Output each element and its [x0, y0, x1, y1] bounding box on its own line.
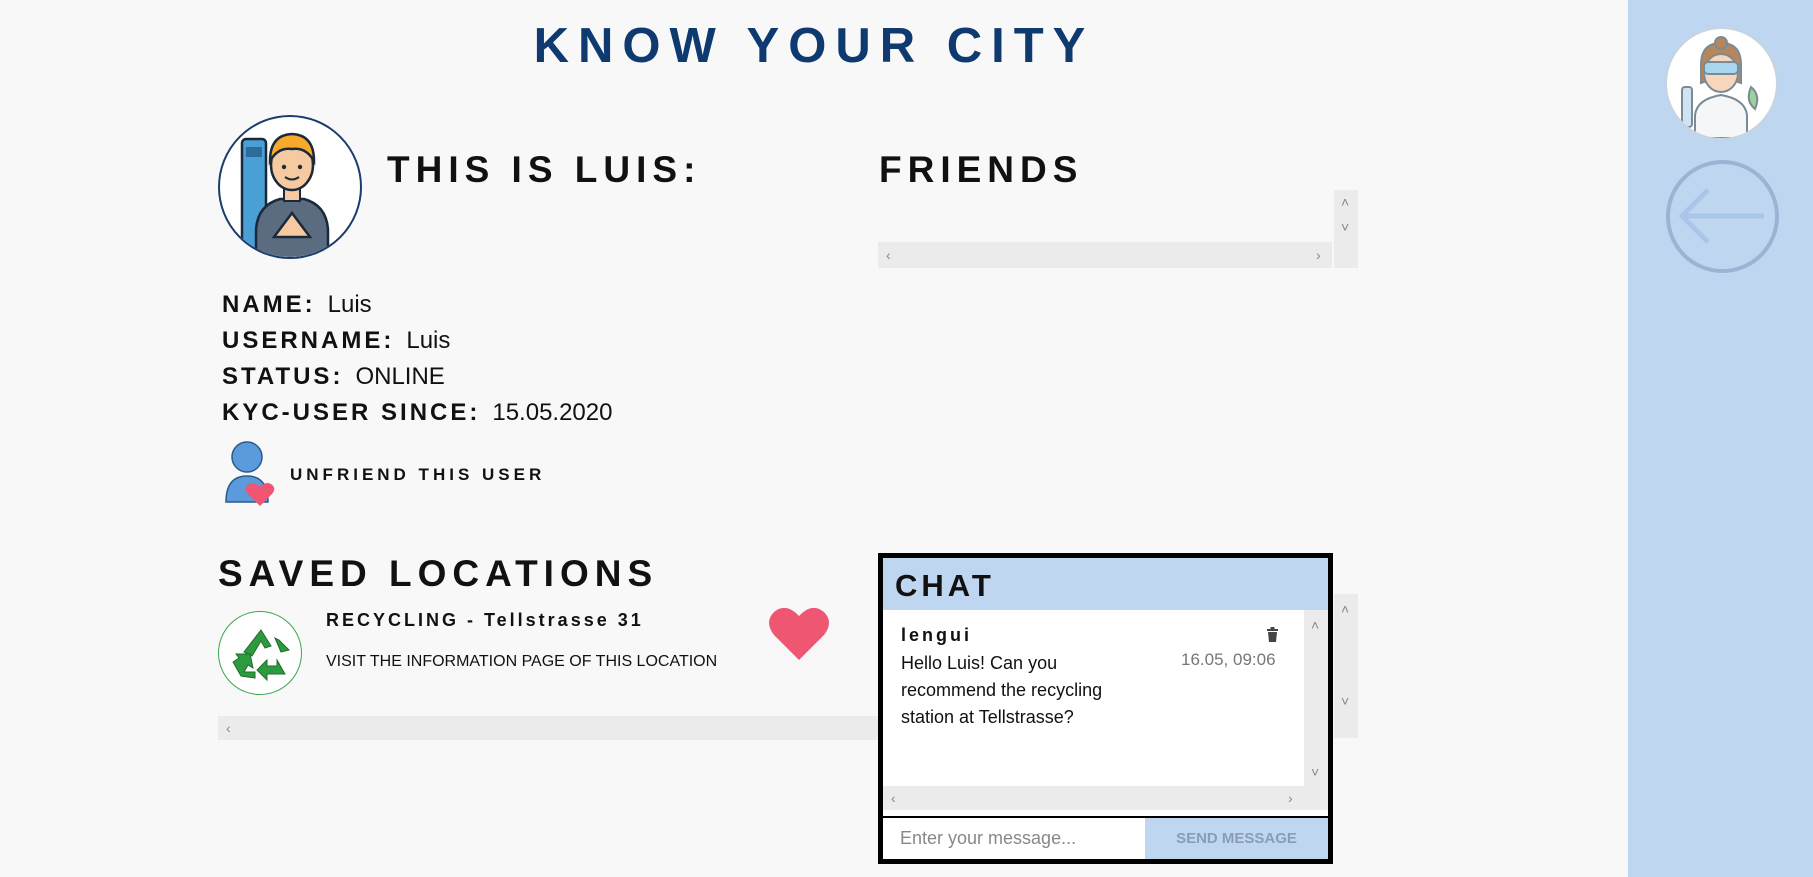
info-name-row: NAME: Luis: [222, 291, 372, 319]
saved-horizontal-scrollbar[interactable]: ‹: [218, 716, 878, 740]
app-title: KNOW YOUR CITY: [533, 19, 1095, 73]
info-username-row: USERNAME: Luis: [222, 327, 450, 355]
location-name: RECYCLING - Tellstrasse 31: [326, 610, 644, 630]
friends-list[interactable]: ‹ › ˄ ˅: [878, 190, 1358, 268]
chevron-up-icon[interactable]: ˄: [1341, 602, 1349, 616]
info-username-value: Luis: [406, 327, 451, 354]
chevron-up-icon[interactable]: ˄: [1341, 195, 1349, 209]
chevron-left-icon[interactable]: ‹: [891, 791, 896, 805]
unfriend-button[interactable]: UNFRIEND THIS USER: [224, 440, 564, 506]
info-status-value: ONLINE: [355, 363, 445, 390]
friends-horizontal-scrollbar[interactable]: ‹ ›: [878, 242, 1332, 268]
chat-heading: CHAT: [895, 568, 995, 603]
info-since-key: KYC-USER SINCE:: [222, 399, 481, 426]
friends-heading: FRIENDS: [879, 149, 1084, 190]
chevron-right-icon[interactable]: ›: [1316, 248, 1321, 262]
info-status-key: STATUS:: [222, 363, 344, 390]
unfriend-label: UNFRIEND THIS USER: [290, 465, 546, 484]
chat-panel: CHAT lengui Hello Luis! Can you recommen…: [878, 553, 1333, 864]
chevron-down-icon[interactable]: ˅: [1341, 220, 1349, 234]
chevron-down-icon[interactable]: ˅: [1341, 694, 1349, 708]
chat-header: CHAT: [883, 558, 1328, 610]
profile-heading: THIS IS LUIS:: [387, 149, 702, 190]
chat-input-row: SEND MESSAGE: [883, 816, 1328, 859]
chevron-left-icon[interactable]: ‹: [226, 721, 231, 735]
profile-avatar: [218, 115, 362, 259]
info-since-row: KYC-USER SINCE: 15.05.2020: [222, 399, 612, 427]
trash-icon[interactable]: [1266, 627, 1279, 642]
info-name-value: Luis: [327, 291, 372, 318]
chat-horizontal-scrollbar[interactable]: ‹ ›: [883, 786, 1304, 810]
arrow-left-icon: [1678, 188, 1764, 244]
info-status-row: STATUS: ONLINE: [222, 363, 445, 391]
recycle-icon: [218, 611, 302, 695]
back-button[interactable]: [1666, 160, 1779, 273]
saved-locations-heading: SAVED LOCATIONS: [218, 553, 659, 594]
friends-vertical-scrollbar[interactable]: ˄ ˅: [1334, 190, 1358, 268]
info-name-key: NAME:: [222, 291, 316, 318]
heart-icon[interactable]: [768, 604, 830, 662]
message-text: Hello Luis! Can you recommend the recycl…: [901, 653, 1103, 727]
info-since-value: 15.05.2020: [492, 399, 613, 426]
user-heart-icon: [225, 441, 275, 506]
message-time: 16.05, 09:06: [1181, 650, 1276, 669]
message-input[interactable]: [883, 818, 1145, 859]
message-author: lengui: [901, 625, 972, 645]
location-info-link[interactable]: VISIT THE INFORMATION PAGE OF THIS LOCAT…: [326, 653, 717, 671]
chevron-up-icon[interactable]: ˄: [1311, 618, 1319, 632]
chevron-down-icon[interactable]: ˅: [1311, 765, 1319, 779]
chevron-right-icon[interactable]: ›: [1288, 791, 1293, 805]
sidebar: [1628, 0, 1813, 877]
chevron-left-icon[interactable]: ‹: [886, 248, 891, 262]
send-message-button[interactable]: SEND MESSAGE: [1145, 818, 1328, 859]
info-username-key: USERNAME:: [222, 327, 395, 354]
saved-vertical-scrollbar[interactable]: ˄ ˅: [1334, 594, 1358, 738]
chat-messages[interactable]: lengui Hello Luis! Can you recommend the…: [883, 610, 1328, 810]
chat-vertical-scrollbar[interactable]: ˄ ˅: [1304, 610, 1328, 810]
user-avatar[interactable]: [1665, 27, 1778, 140]
